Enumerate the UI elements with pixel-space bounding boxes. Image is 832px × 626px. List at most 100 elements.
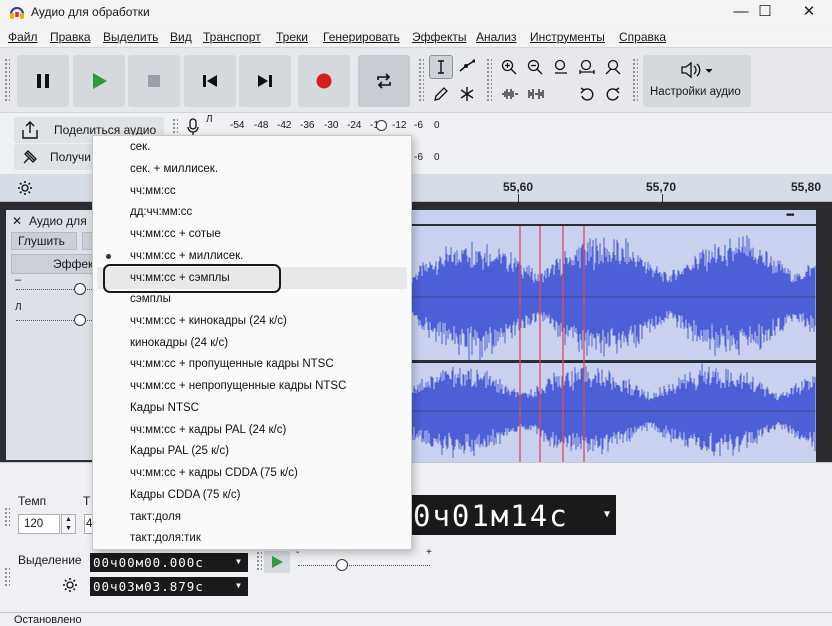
draw-tool[interactable] [429, 82, 453, 106]
microphone-icon[interactable] [186, 118, 200, 136]
time-format-option[interactable]: чч:мм:сс + кадры CDDA (75 к/с) [130, 467, 298, 479]
menu-tracks[interactable]: Треки [276, 30, 308, 44]
time-format-option[interactable]: чч:мм:сс + пропущенные кадры NTSC [130, 358, 334, 370]
toolbar-grip[interactable] [256, 551, 262, 571]
trim-button[interactable] [497, 82, 521, 106]
zoom-toggle-button[interactable] [601, 55, 625, 79]
zoom-out-button[interactable] [523, 55, 547, 79]
toolbar-grip[interactable] [4, 58, 10, 102]
gain-slider-thumb[interactable] [74, 283, 86, 295]
selection-start-display[interactable]: 00ч00м00.000с ▼ [90, 553, 248, 572]
status-text: Остановлено [14, 614, 82, 626]
menu-transport[interactable]: Транспорт [203, 30, 261, 44]
time-format-option[interactable]: сек. [130, 141, 150, 153]
get-effects-button[interactable]: Получи [14, 144, 104, 170]
menu-edit[interactable]: Правка [50, 30, 91, 44]
play-at-speed-button[interactable] [264, 551, 290, 573]
skip-to-end-button[interactable] [239, 55, 291, 107]
close-track-icon[interactable]: ✕ [12, 214, 22, 228]
time-format-option[interactable]: чч:мм:сс + кадры PAL (24 к/с) [130, 424, 286, 436]
pause-button[interactable] [17, 55, 69, 107]
menu-tools[interactable]: Инструменты [530, 30, 605, 44]
audio-settings-label: Настройки аудио [650, 86, 741, 98]
chevron-down-icon[interactable]: ▼ [236, 581, 241, 590]
time-format-option[interactable]: сек. + миллисек. [130, 163, 218, 175]
time-format-option[interactable]: чч:мм:сс + кинокадры (24 к/с) [130, 315, 287, 327]
waveform-panel[interactable]: ••• [410, 210, 816, 462]
meter-slider-thumb[interactable] [376, 120, 387, 131]
stop-icon [148, 75, 160, 87]
menu-view[interactable]: Вид [170, 30, 192, 44]
toolbar-grip[interactable] [418, 58, 424, 102]
record-button[interactable] [298, 55, 350, 107]
big-time-display[interactable]: 0ч01м14с ▼ [408, 495, 616, 535]
undo-button[interactable] [575, 82, 599, 106]
tempo-stepper[interactable]: ▲ ▼ [61, 514, 76, 534]
toolbar-grip[interactable] [486, 58, 492, 102]
timeline-ruler[interactable]: 55,60 55,70 55,80 [410, 174, 832, 202]
redo-button[interactable] [601, 82, 625, 106]
record-meter[interactable]: -54 -48 -42 -36 -30 -24 -18 -12 -6 0 [218, 114, 448, 136]
mute-button[interactable]: Глушить [11, 232, 77, 250]
meter-tick: -30 [324, 120, 339, 131]
meter-tick: -54 [230, 120, 245, 131]
zoom-in-button[interactable] [497, 55, 521, 79]
time-format-option[interactable]: дд:чч:мм:сс [130, 206, 192, 218]
chevron-down-icon[interactable]: ▼ [604, 509, 610, 520]
time-format-option[interactable]: чч:мм:сс + сотые [130, 228, 221, 240]
pan-slider-thumb[interactable] [74, 314, 86, 326]
chevron-down-icon[interactable]: ▼ [236, 557, 241, 566]
audio-settings-button[interactable]: Настройки аудио [643, 55, 751, 107]
silence-button[interactable] [523, 82, 547, 106]
multi-tool[interactable] [455, 82, 479, 106]
loop-button[interactable] [358, 55, 410, 107]
menu-file[interactable]: Файл [8, 30, 38, 44]
gear-icon[interactable] [62, 577, 78, 593]
meter-tick: -48 [254, 120, 269, 131]
play-button[interactable] [73, 55, 125, 107]
tempo-input[interactable]: 120 [18, 514, 60, 534]
menu-bar: Файл Правка Выделить Вид Транспорт Треки… [0, 27, 832, 47]
effects-button[interactable]: Эффек [11, 254, 101, 274]
toolbar-grip[interactable] [4, 567, 10, 587]
selection-tool[interactable] [429, 55, 453, 79]
selection-end-display[interactable]: 00ч03м03.879с ▼ [90, 577, 248, 596]
menu-help[interactable]: Справка [619, 30, 666, 44]
time-format-option[interactable]: такт:доля:тик [130, 532, 201, 544]
time-format-option[interactable]: кинокадры (24 к/с) [130, 337, 228, 349]
time-format-option[interactable]: чч:мм:сс [130, 185, 176, 197]
skip-to-start-button[interactable] [184, 55, 236, 107]
fit-project-button[interactable] [575, 55, 599, 79]
gear-icon[interactable] [17, 180, 33, 196]
close-button[interactable]: ✕ [786, 0, 832, 26]
time-format-option[interactable]: сэмплы [130, 293, 171, 305]
track-menu-dots-icon[interactable]: ••• [786, 210, 794, 221]
asterisk-icon [460, 87, 474, 101]
maximize-button[interactable]: ☐ [742, 0, 788, 26]
toolbar: Настройки аудио [0, 47, 832, 113]
speed-slider-track[interactable] [298, 565, 430, 566]
meter-tick: 0 [434, 120, 440, 131]
waveform-channel [410, 235, 816, 361]
gain-minus-label: – [15, 274, 22, 286]
envelope-tool[interactable] [455, 55, 479, 79]
fit-selection-button[interactable] [549, 55, 573, 79]
menu-generate[interactable]: Генерировать [323, 30, 400, 44]
redo-icon [606, 87, 620, 101]
toolbar-grip[interactable] [632, 58, 638, 102]
speed-slider-thumb[interactable] [336, 559, 348, 571]
menu-effects[interactable]: Эффекты [412, 30, 467, 44]
track-name[interactable]: Аудио для [29, 214, 87, 228]
time-format-option[interactable]: Кадры NTSC [130, 402, 199, 414]
time-format-option[interactable]: такт:доля [130, 511, 181, 523]
time-format-option[interactable]: Кадры CDDA (75 к/с) [130, 489, 240, 501]
time-format-option[interactable]: чч:мм:сс + миллисек. [130, 250, 243, 262]
time-format-option[interactable]: Кадры PAL (25 к/с) [130, 445, 229, 457]
menu-analyze[interactable]: Анализ [476, 30, 517, 44]
time-format-option[interactable]: чч:мм:сс + непропущенные кадры NTSC [130, 380, 346, 392]
zoom-selection-icon [554, 59, 567, 74]
waveform[interactable] [410, 226, 816, 462]
stop-button[interactable] [128, 55, 180, 107]
menu-select[interactable]: Выделить [103, 30, 158, 44]
toolbar-grip[interactable] [4, 507, 10, 527]
